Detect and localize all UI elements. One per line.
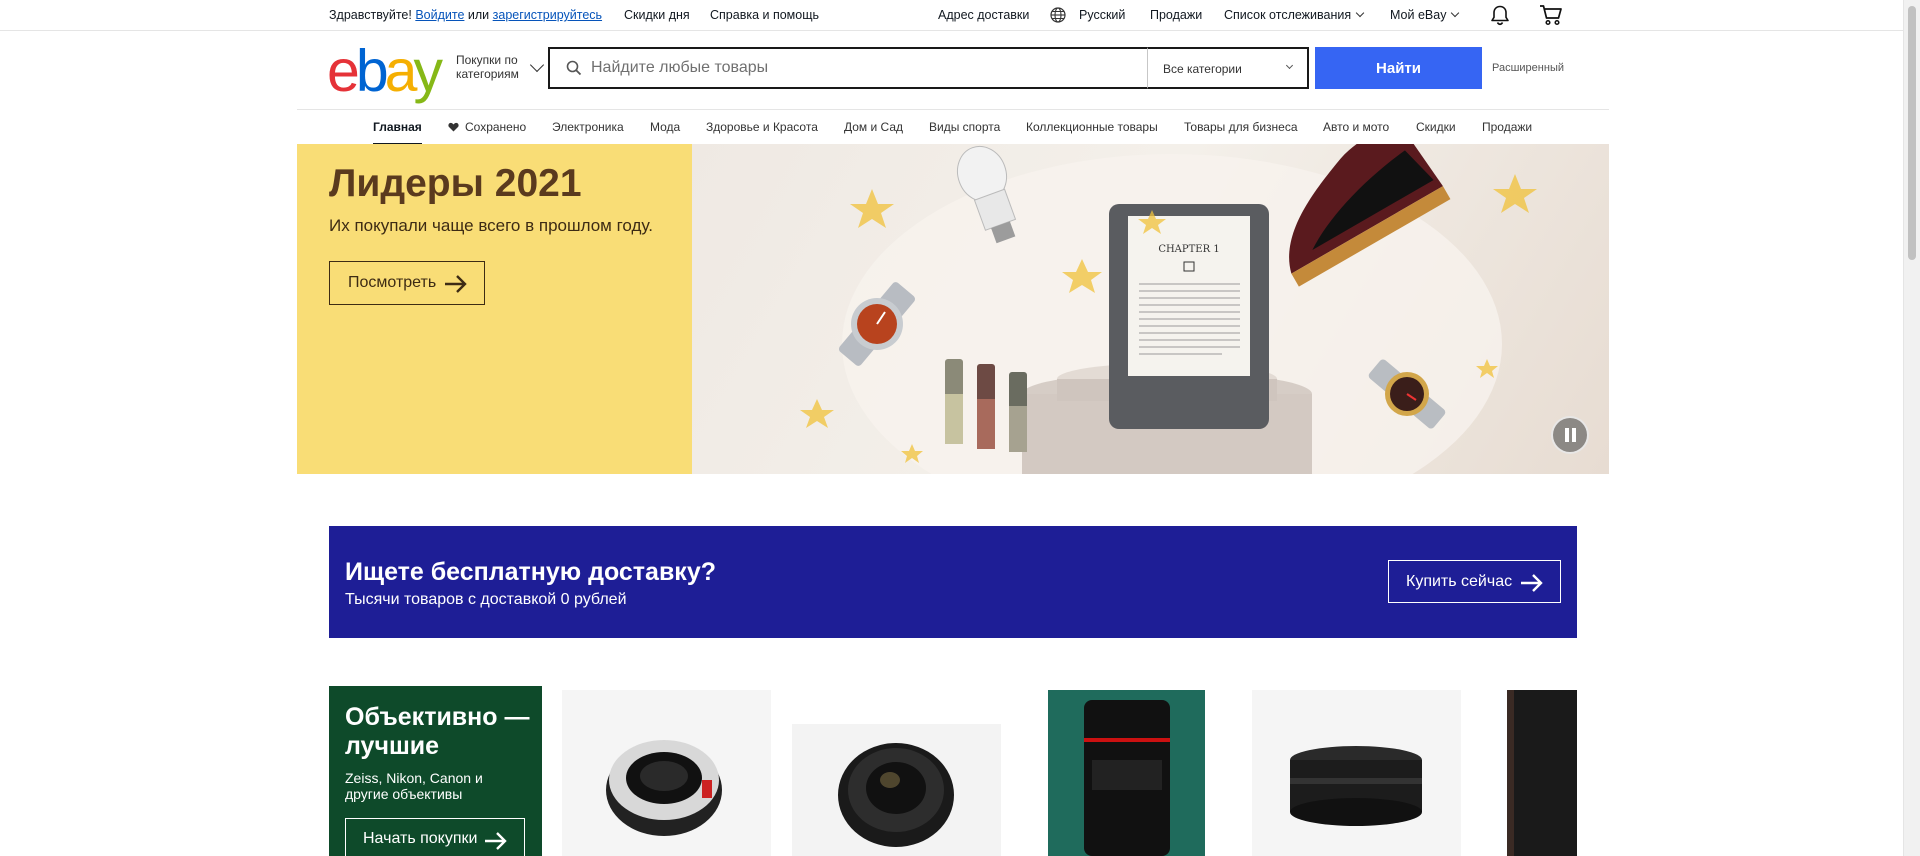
daily-deals-link[interactable]: Скидки дня [624,8,690,22]
search-button[interactable]: Найти [1315,47,1482,89]
greeting: Здравствуйте! Войдите или зарегистрируйт… [329,8,602,22]
nav-item-health-beauty[interactable]: Здоровье и Красота [706,120,818,134]
nav-item-saved-label: Сохранено [465,120,527,134]
shop-now-button-label: Купить сейчас [1406,572,1513,590]
help-contact-link[interactable]: Справка и помощь [710,8,819,22]
lens-promo-card[interactable]: Объективно — лучшие Zeiss, Nikon, Canon … [329,686,542,856]
logo-letter-b: b [355,38,389,104]
chevron-down-icon[interactable] [529,57,545,73]
hero-products-illustration: CHAPTER 1 [800,144,1537,474]
lens-product-image [1290,746,1422,826]
logo-letter-e: e [327,38,360,104]
arrow-right-icon [485,832,507,850]
search-input[interactable] [591,55,1131,81]
shop-now-button[interactable]: Купить сейчас [1388,560,1561,603]
bell-icon[interactable] [1489,4,1511,26]
my-ebay-label: Мой eBay [1390,8,1447,22]
chevron-down-icon [1285,61,1294,70]
nav-item-sell[interactable]: Продажи [1482,120,1532,134]
arrow-right-icon [445,275,467,293]
nav-item-business[interactable]: Товары для бизнеса [1184,120,1298,134]
scrollbar-thumb[interactable] [1908,6,1916,260]
hero-title: Лидеры 2021 [329,162,582,205]
category-select[interactable]: Все категории [1147,47,1309,89]
shipping-subtitle: Тысячи товаров с доставкой 0 рублей [345,591,627,608]
register-link[interactable]: зарегистрируйтесь [493,8,602,22]
ebay-logo[interactable]: ebay [327,42,443,101]
start-shopping-button[interactable]: Начать покупки [345,818,525,856]
nav-item-motors[interactable]: Авто и мото [1323,120,1389,134]
lens-title: Объективно — лучшие [345,703,530,760]
search-box[interactable] [548,47,1148,89]
ship-to-link[interactable]: Адрес доставки [938,8,1029,22]
nav-item-sports[interactable]: Виды спорта [929,120,1000,134]
shop-by-category-button[interactable]: Покупки по категориям [456,53,530,81]
chevron-down-icon [1451,8,1460,18]
page-scrollbar[interactable] [1903,0,1920,856]
greeting-text: Здравствуйте! [329,8,412,22]
product-tile-3[interactable] [1022,690,1231,856]
category-select-value: Все категории [1163,62,1242,76]
nav-item-saved[interactable]: Сохранено [448,120,526,134]
nav-item-deals[interactable]: Скидки [1416,120,1456,134]
category-nav: Главная Сохранено Электроника Мода Здоро… [297,109,1609,145]
book-chapter-text: CHAPTER 1 [1158,244,1219,255]
lens-product-image [606,740,722,836]
signin-link[interactable]: Войдите [415,8,464,22]
chevron-down-icon [1355,8,1365,18]
advanced-search-link[interactable]: Расширенный [1492,62,1564,74]
nav-item-fashion[interactable]: Мода [650,120,680,134]
lens-product-image [792,724,1001,856]
heart-icon [448,122,459,132]
watchlist-label: Список отслеживания [1224,8,1352,22]
globe-icon[interactable] [1050,7,1066,23]
product-tile-4[interactable] [1252,690,1461,856]
top-utility-bar: Здравствуйте! Войдите или зарегистрируйт… [0,0,1903,31]
logo-letter-y: y [413,38,442,104]
lens-product-image [1048,690,1205,856]
sell-link[interactable]: Продажи [1150,8,1202,22]
nav-item-home-garden[interactable]: Дом и Сад [844,120,903,134]
hero-subtitle: Их покупали чаще всего в прошлом году. [329,216,653,235]
search-icon [566,60,582,76]
logo-letter-a: a [384,38,418,104]
pause-icon[interactable] [1551,416,1589,454]
nav-item-home[interactable]: Главная [373,120,422,134]
hero-view-button-label: Посмотреть [348,274,437,291]
watchlist-menu[interactable]: Список отслеживания [1224,8,1365,22]
product-tile-5[interactable] [1482,690,1577,856]
lens-subtitle: Zeiss, Nikon, Canon и другие объективы [345,770,483,802]
product-tile-1[interactable] [562,690,771,856]
arrow-right-icon [1521,574,1543,592]
hero-banner[interactable]: Лидеры 2021 Их покупали чаще всего в про… [297,144,1609,474]
nav-item-electronics[interactable]: Электроника [552,120,624,134]
cart-icon[interactable] [1539,4,1563,26]
my-ebay-menu[interactable]: Мой eBay [1390,8,1460,22]
hero-products-image: CHAPTER 1 [692,144,1609,474]
free-shipping-banner[interactable]: Ищете бесплатную доставку? Тысячи товаро… [329,526,1577,638]
language-selector[interactable]: Русский [1079,8,1125,22]
nav-item-collectibles[interactable]: Коллекционные товары [1026,120,1158,134]
lens-product-image [1507,690,1577,856]
or-text: или [467,8,490,22]
start-shopping-button-label: Начать покупки [363,830,478,847]
product-tile-2[interactable] [792,690,1001,856]
hero-view-button[interactable]: Посмотреть [329,261,485,305]
shipping-title: Ищете бесплатную доставку? [345,558,716,586]
